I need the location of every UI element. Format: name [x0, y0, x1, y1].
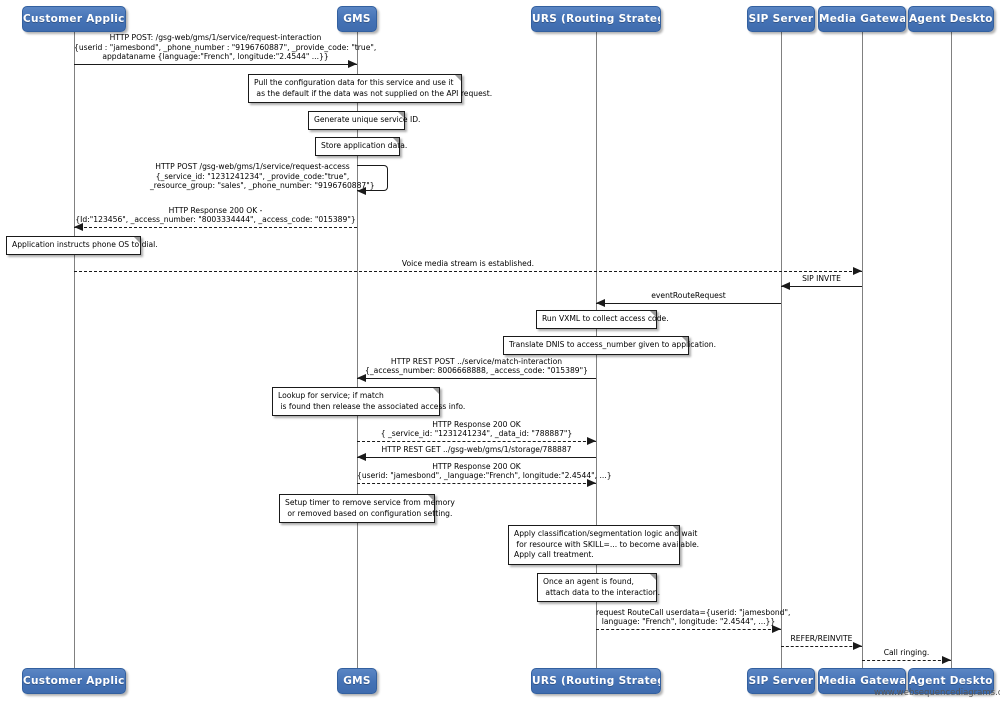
note-n8: Setup timer to remove service from memor…: [279, 494, 455, 523]
actor-footer-sip[interactable]: SIP Server: [747, 668, 815, 694]
message-line-m1: [74, 64, 357, 65]
message-line-m11: [596, 629, 781, 630]
actor-footer-urs[interactable]: URS (Routing Strategy): [531, 668, 661, 694]
sequence-diagram-canvas: Customer Application GMS URS (Routing Stra…: [0, 0, 1000, 703]
note-fold-corner-icon: [455, 75, 461, 81]
message-line-m9: [357, 457, 596, 458]
note-fold-corner-icon: [673, 526, 679, 532]
actor-header-gms[interactable]: GMS: [337, 6, 377, 32]
watermark: www.websequencediagrams.com: [874, 688, 1000, 698]
message-line-m10: [357, 483, 596, 484]
message-label-m4: Voice media stream is established.: [401, 259, 535, 269]
lifeline-agent: [951, 32, 952, 668]
note-fold-corner-icon: [682, 337, 688, 343]
note-fold-corner-icon: [650, 311, 656, 317]
note-n5: Run VXML to collect access code.: [536, 310, 669, 329]
note-n3: Store application data.: [315, 137, 407, 156]
note-fold-corner-icon: [650, 574, 656, 580]
note-n9: Apply classification/segmentation logic …: [508, 525, 699, 565]
actor-header-agent[interactable]: Agent Desktop: [908, 6, 994, 32]
note-text: Generate unique service ID.: [314, 115, 421, 124]
message-label-m5: SIP INVITE: [802, 274, 841, 284]
message-label-m6: eventRouteRequest: [651, 291, 726, 301]
lifeline-mg: [862, 32, 863, 668]
message-label-m13: Call ringing.: [883, 648, 930, 658]
message-label-m1: HTTP POST: /gsg-web/gms/1/service/reques…: [74, 33, 377, 62]
actor-header-urs[interactable]: URS (Routing Strategy): [531, 6, 661, 32]
actor-footer-gms[interactable]: GMS: [337, 668, 377, 694]
message-line-m3: [74, 227, 357, 228]
lifeline-sip: [781, 32, 782, 668]
message-line-m7: [357, 378, 596, 379]
note-n1: Pull the configuration data for this ser…: [248, 74, 492, 103]
note-fold-corner-icon: [393, 138, 399, 144]
note-n6: Translate DNIS to access_number given to…: [503, 336, 716, 355]
message-label-m9: HTTP REST GET ../gsg-web/gms/1/storage/7…: [381, 445, 572, 455]
message-label-m8: HTTP Response 200 OK { _service_id: "123…: [380, 419, 573, 439]
note-fold-corner-icon: [398, 112, 404, 118]
message-label-m11: request RouteCall userdata={userid: "jam…: [596, 607, 791, 627]
note-n7: Lookup for service; if match is found th…: [272, 387, 465, 416]
message-line-m8: [357, 441, 596, 442]
message-label-m3: HTTP Response 200 OK - {Id:"123456", _ac…: [75, 205, 356, 225]
note-text: Once an agent is found, attach data to t…: [543, 577, 660, 597]
message-line-m13: [862, 660, 951, 661]
note-fold-corner-icon: [428, 495, 434, 501]
message-line-m6: [596, 303, 781, 304]
message-label-m10: HTTP Response 200 OK {userid: "jamesbond…: [357, 461, 612, 481]
note-n2: Generate unique service ID.: [308, 111, 420, 130]
selfcall-label: HTTP POST /gsg-web/gms/1/service/request…: [150, 162, 375, 191]
actor-footer-customer[interactable]: Customer Application: [22, 668, 126, 694]
actor-header-mg[interactable]: Media Gateway: [818, 6, 906, 32]
note-fold-corner-icon: [433, 388, 439, 394]
message-line-m12: [781, 646, 862, 647]
lifeline-customer: [74, 32, 75, 668]
actor-header-sip[interactable]: SIP Server: [747, 6, 815, 32]
note-text: Apply classification/segmentation logic …: [514, 529, 700, 559]
note-n10: Once an agent is found, attach data to t…: [537, 573, 660, 602]
note-fold-corner-icon: [134, 237, 140, 243]
actor-header-customer[interactable]: Customer Application: [22, 6, 126, 32]
message-line-m4: [74, 271, 862, 272]
message-label-m7: HTTP REST POST ../service/match-interact…: [365, 356, 588, 376]
message-label-m12: REFER/REINVITE: [790, 634, 853, 644]
message-line-m5: [781, 286, 862, 287]
note-n4: Application instructs phone OS to dial.: [6, 236, 158, 255]
